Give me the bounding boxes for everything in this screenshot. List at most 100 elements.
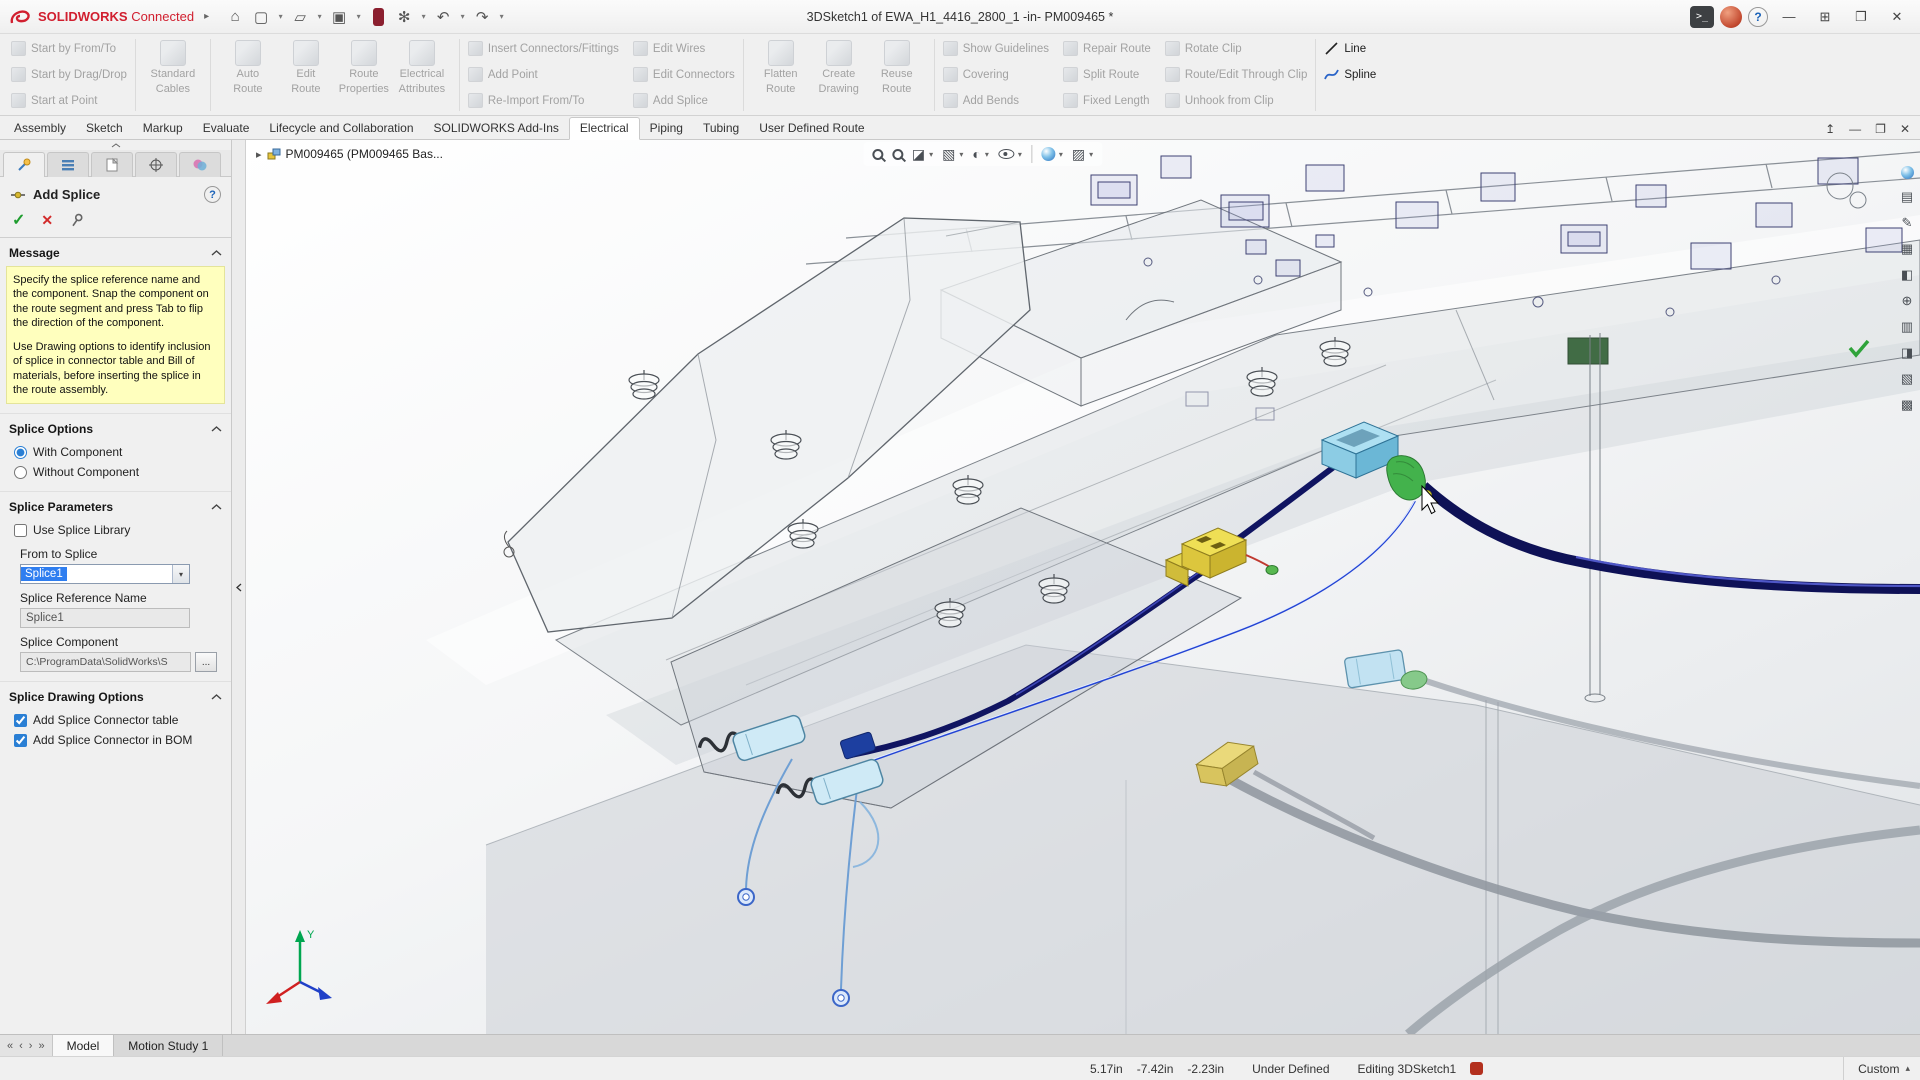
restore-window-button[interactable]: ❐ (1846, 5, 1876, 29)
unhook-from-clip-button[interactable]: Unhook from Clip (1165, 89, 1308, 112)
view-orientation-icon[interactable]: ▧ (942, 146, 955, 163)
dense-grid-icon[interactable]: ▩ (1901, 397, 1913, 413)
splice-drawing-options-header[interactable]: Splice Drawing Options (0, 682, 231, 710)
with-component-radio-row[interactable]: With Component (0, 442, 231, 462)
edit-wires-button[interactable]: Edit Wires (633, 37, 735, 60)
scene-dropdown-icon[interactable]: ▾ (1089, 150, 1093, 159)
tab-markup[interactable]: Markup (133, 118, 193, 139)
auto-route-button[interactable]: Auto Route (219, 37, 277, 113)
browse-button[interactable]: ... (195, 652, 217, 672)
expand-tree-icon[interactable]: ▸ (256, 148, 262, 161)
fixed-length-button[interactable]: Fixed Length (1063, 89, 1151, 112)
flatten-route-button[interactable]: Flatten Route (752, 37, 810, 113)
pencil-icon[interactable]: ✎ (1902, 215, 1913, 231)
add-point-button[interactable]: Add Point (468, 63, 619, 86)
from-to-splice-combobox[interactable]: Splice1 ▾ (20, 564, 190, 584)
section-view-icon[interactable]: ◪ (912, 146, 925, 163)
feature-tree-breadcrumb[interactable]: ▸ PM009465 (PM009465 Bas... (256, 147, 443, 161)
standard-cables-button[interactable]: Standard Cables (144, 37, 202, 113)
ok-button[interactable]: ✓ (12, 210, 25, 230)
route-properties-button[interactable]: Route Properties (335, 37, 393, 113)
display-manager-tab[interactable] (179, 152, 221, 177)
use-splice-library-checkbox[interactable] (14, 524, 27, 537)
edit-connectors-button[interactable]: Edit Connectors (633, 63, 735, 86)
3d-viewport[interactable]: ▸ PM009465 (PM009465 Bas... ◪ ▾ ▧ ▾ ◐ ▾ … (246, 140, 1920, 1034)
hide-show-dropdown-icon[interactable]: ▾ (1018, 150, 1022, 159)
use-splice-library-row[interactable]: Use Splice Library (0, 520, 231, 540)
view-orientation-dropdown-icon[interactable]: ▾ (959, 150, 963, 159)
panel-collapse-handle[interactable] (0, 140, 231, 150)
configuration-manager-tab[interactable] (91, 152, 133, 177)
tab-piping[interactable]: Piping (640, 118, 693, 139)
splice-reference-input[interactable]: Splice1 (20, 608, 190, 628)
shaded-sphere-icon[interactable] (1901, 166, 1914, 179)
apply-scene-icon[interactable]: ▨ (1072, 146, 1085, 163)
splice-component-input[interactable]: C:\ProgramData\SolidWorks\S (20, 652, 191, 672)
rows-panel-icon[interactable]: ▤ (1901, 189, 1913, 205)
without-component-radio[interactable] (14, 466, 27, 479)
add-connector-table-row[interactable]: Add Splice Connector table (0, 710, 231, 730)
undo-icon[interactable]: ↶ (431, 5, 455, 29)
section-view-dropdown-icon[interactable]: ▾ (929, 150, 933, 159)
splice-options-header[interactable]: Splice Options (0, 414, 231, 442)
new-document-dropdown-icon[interactable]: ▾ (275, 5, 286, 29)
unit-system-selector[interactable]: Custom ▴ (1843, 1057, 1910, 1080)
repair-route-button[interactable]: Repair Route (1063, 37, 1151, 60)
zoom-area-icon[interactable] (892, 149, 903, 160)
insert-connectors-button[interactable]: Insert Connectors/Fittings (468, 37, 619, 60)
tab-user-defined-route[interactable]: User Defined Route (749, 118, 874, 139)
start-by-dragdrop-button[interactable]: Start by Drag/Drop (11, 63, 127, 86)
reuse-route-button[interactable]: Reuse Route (868, 37, 926, 113)
property-manager-tab[interactable] (3, 152, 45, 177)
redo-icon[interactable]: ↷ (470, 5, 494, 29)
last-tab-icon[interactable]: » (38, 1040, 44, 1052)
edit-appearance-icon[interactable] (1041, 147, 1055, 161)
minimize-window-button[interactable]: — (1774, 5, 1804, 29)
crosshair-target-icon[interactable]: ⊕ (1902, 293, 1913, 309)
display-style-icon[interactable]: ◐ (972, 146, 980, 162)
tab-assembly[interactable]: Assembly (4, 118, 76, 139)
save-icon[interactable]: ▣ (327, 5, 351, 29)
add-splice-button[interactable]: Add Splice (633, 89, 735, 112)
half-square-right-icon[interactable]: ◨ (1901, 345, 1913, 361)
line-tool-button[interactable]: Line (1324, 37, 1376, 60)
user-avatar[interactable] (1720, 6, 1742, 28)
redo-dropdown-icon[interactable]: ▾ (496, 5, 507, 29)
publish-doc-icon[interactable]: ↥ (1825, 122, 1835, 136)
reimport-fromto-button[interactable]: Re-Import From/To (468, 89, 619, 112)
start-by-fromto-button[interactable]: Start by From/To (11, 37, 127, 60)
feature-manager-tab[interactable] (47, 152, 89, 177)
add-connector-bom-checkbox[interactable] (14, 734, 27, 747)
add-bends-button[interactable]: Add Bends (943, 89, 1049, 112)
motion-study-tab[interactable]: Motion Study 1 (114, 1035, 223, 1056)
zoom-fit-icon[interactable] (872, 149, 883, 160)
electrical-attributes-button[interactable]: Electrical Attributes (393, 37, 451, 113)
hide-show-items-icon[interactable] (998, 149, 1014, 159)
split-route-button[interactable]: Split Route (1063, 63, 1151, 86)
grid-panel-icon[interactable]: ▦ (1901, 241, 1913, 257)
tile-windows-button[interactable]: ⊞ (1810, 5, 1840, 29)
without-component-radio-row[interactable]: Without Component (0, 462, 231, 482)
add-connector-bom-row[interactable]: Add Splice Connector in BOM (0, 730, 231, 750)
close-doc-icon[interactable]: ✕ (1900, 122, 1910, 136)
splice-parameters-header[interactable]: Splice Parameters (0, 492, 231, 520)
tab-addins[interactable]: SOLIDWORKS Add-Ins (424, 118, 569, 139)
new-document-icon[interactable]: ▢ (249, 5, 273, 29)
tab-sketch[interactable]: Sketch (76, 118, 133, 139)
with-component-radio[interactable] (14, 446, 27, 459)
create-drawing-button[interactable]: Create Drawing (810, 37, 868, 113)
start-at-point-button[interactable]: Start at Point (11, 89, 127, 112)
home-icon[interactable]: ⌂ (223, 5, 247, 29)
spline-tool-button[interactable]: Spline (1324, 63, 1376, 86)
help-icon[interactable]: ? (1748, 7, 1768, 27)
first-tab-icon[interactable]: « (7, 1040, 13, 1052)
edit-route-button[interactable]: Edit Route (277, 37, 335, 113)
diagonal-panel-icon[interactable]: ▧ (1901, 371, 1913, 387)
close-window-button[interactable]: ✕ (1882, 5, 1912, 29)
options-dropdown-icon[interactable]: ▾ (418, 5, 429, 29)
restore-doc-icon[interactable]: ❐ (1875, 122, 1886, 136)
display-style-dropdown-icon[interactable]: ▾ (985, 150, 989, 159)
3dexperience-icon[interactable] (366, 5, 390, 29)
next-tab-icon[interactable]: › (29, 1040, 33, 1052)
columns-panel-icon[interactable]: ▥ (1901, 319, 1913, 335)
